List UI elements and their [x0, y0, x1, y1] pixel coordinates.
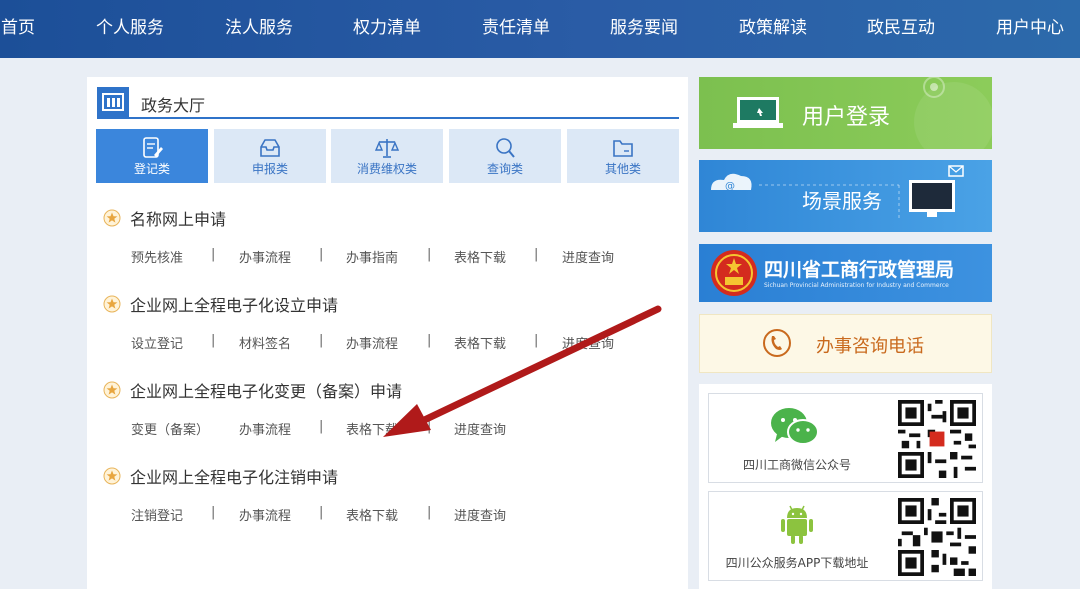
top-nav: 首页 个人服务 法人服务 权力清单 责任清单 服务要闻 政策解读 政民互动 用户…	[0, 0, 1080, 58]
section-title: 名称网上申请	[130, 210, 227, 229]
tab-registration[interactable]: 登记类	[96, 129, 208, 183]
consultation-phone[interactable]: 办事咨询电话	[699, 314, 992, 373]
nav-service-news[interactable]: 服务要闻	[610, 0, 678, 58]
link-form-download[interactable]: 表格下载	[346, 505, 398, 524]
star-badge-icon	[103, 381, 121, 399]
link-progress-query[interactable]: 进度查询	[562, 247, 614, 266]
link-material-signature[interactable]: 材料签名	[239, 333, 291, 352]
login-label: 用户登录	[802, 105, 891, 130]
link-process[interactable]: 办事流程	[239, 419, 291, 438]
hall-icon	[97, 87, 129, 117]
link-progress-query[interactable]: 进度查询	[562, 333, 614, 352]
tab-declaration[interactable]: 申报类	[214, 129, 326, 183]
laptop-icon	[733, 97, 783, 128]
link-progress-query[interactable]: 进度查询	[454, 505, 506, 524]
scale-icon	[375, 139, 399, 158]
link-deregistration[interactable]: 注销登记	[131, 505, 183, 524]
link-process[interactable]: 办事流程	[346, 333, 398, 352]
nav-power-list[interactable]: 权力清单	[353, 0, 421, 58]
section-title: 企业网上全程电子化注销申请	[130, 468, 339, 487]
link-change-filing[interactable]: 变更（备案）	[131, 419, 209, 438]
nav-home[interactable]: 首页	[1, 0, 35, 58]
affairs-hall-panel: 政务大厅 登记类 申报类 消费维权类 查询类 其他类 名称网上申请 预先核准 |…	[87, 77, 688, 589]
bureau-name: 四川省工商行政管理局	[764, 259, 955, 281]
link-process[interactable]: 办事流程	[239, 247, 291, 266]
nav-personal-services[interactable]: 个人服务	[96, 0, 164, 58]
wechat-icon	[771, 408, 819, 445]
link-progress-query[interactable]: 进度查询	[454, 419, 506, 438]
nav-legal-services[interactable]: 法人服务	[225, 0, 293, 58]
inbox-icon	[260, 139, 280, 157]
app-label: 四川公众服务APP下载地址	[725, 556, 869, 570]
scene-label: 场景服务	[802, 189, 882, 213]
app-qr-card[interactable]: 四川公众服务APP下载地址	[708, 491, 983, 581]
tab-consumer-rights[interactable]: 消费维权类	[331, 129, 443, 183]
link-form-download[interactable]: 表格下载	[346, 419, 398, 438]
folder-icon	[613, 140, 633, 157]
national-emblem-icon	[711, 250, 757, 296]
nav-policy-interpretation[interactable]: 政策解读	[739, 0, 807, 58]
wechat-label: 四川工商微信公众号	[742, 458, 851, 472]
link-guide[interactable]: 办事指南	[346, 247, 398, 266]
link-process[interactable]: 办事流程	[239, 505, 291, 524]
link-form-download[interactable]: 表格下载	[454, 333, 506, 352]
hall-tabs: 登记类 申报类 消费维权类 查询类 其他类	[96, 129, 679, 183]
nav-responsibility-list[interactable]: 责任清单	[482, 0, 550, 58]
link-establishment-registration[interactable]: 设立登记	[131, 333, 183, 352]
wechat-qr-code	[898, 400, 976, 478]
section-title: 企业网上全程电子化变更（备案）申请	[130, 382, 403, 401]
section-title: 企业网上全程电子化设立申请	[130, 296, 339, 315]
bureau-banner[interactable]: 四川省工商行政管理局 Sichuan Provincial Administra…	[699, 244, 992, 302]
form-edit-icon	[143, 137, 163, 158]
star-badge-icon	[103, 209, 121, 227]
user-login-button[interactable]: 用户登录	[699, 77, 992, 149]
search-icon	[496, 138, 515, 158]
nav-user-center[interactable]: 用户中心	[996, 0, 1064, 58]
star-badge-icon	[103, 295, 121, 313]
star-badge-icon	[103, 467, 121, 485]
nav-citizen-interaction[interactable]: 政民互动	[867, 0, 935, 58]
hall-title: 政务大厅	[141, 96, 206, 115]
phone-icon	[763, 329, 791, 357]
tab-query[interactable]: 查询类	[449, 129, 561, 183]
scene-services-button[interactable]: @ 场景服务	[699, 160, 992, 232]
qr-panel: 四川工商微信公众号 四川公众服务APP下载地址	[699, 384, 992, 589]
hall-header: 政务大厅	[97, 87, 679, 119]
phone-label: 办事咨询电话	[816, 336, 924, 357]
svg-text:@: @	[725, 181, 735, 192]
bureau-english-name: Sichuan Provincial Administration for In…	[764, 282, 949, 289]
wechat-qr-card[interactable]: 四川工商微信公众号	[708, 393, 983, 483]
app-qr-code	[898, 498, 976, 576]
android-icon	[781, 505, 813, 544]
tab-other[interactable]: 其他类	[567, 129, 679, 183]
link-pre-approval[interactable]: 预先核准	[131, 247, 183, 266]
link-form-download[interactable]: 表格下载	[454, 247, 506, 266]
